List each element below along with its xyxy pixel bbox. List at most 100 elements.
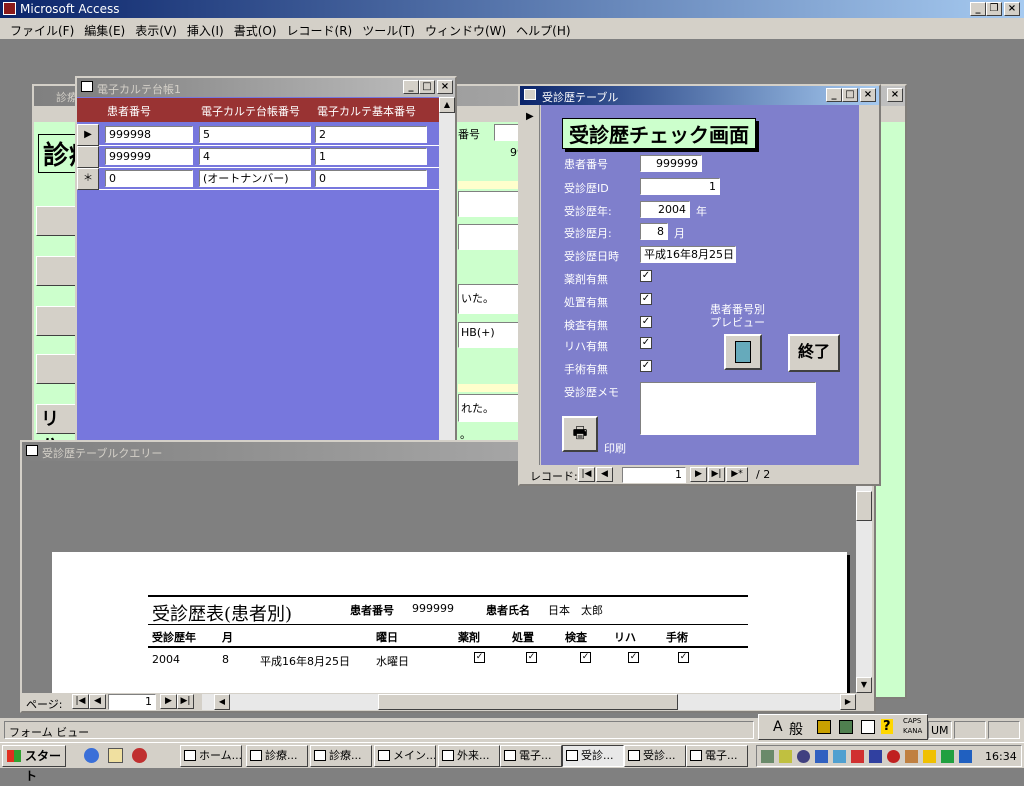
visit-month-field[interactable]: 8 xyxy=(640,223,668,240)
ime-help-icon[interactable]: ? xyxy=(881,719,893,734)
memo-field[interactable] xyxy=(640,382,816,435)
first-record-button[interactable]: |◀ xyxy=(578,467,595,482)
minimize-button[interactable]: _ xyxy=(970,2,986,16)
record-number-input[interactable]: 1 xyxy=(622,467,686,483)
report-hscroll-thumb[interactable] xyxy=(378,694,678,710)
taskbar-window-button[interactable]: 診療... xyxy=(246,745,308,767)
visit-id-field[interactable]: 1 xyxy=(640,178,720,195)
table-cell[interactable]: 999999 xyxy=(105,148,193,165)
tray-icon-2[interactable] xyxy=(779,750,792,763)
table-cell[interactable]: 2 xyxy=(315,126,427,143)
rehab-checkbox[interactable]: ✓ xyxy=(640,337,652,349)
report-prev-page-button[interactable]: ◀ xyxy=(89,694,106,709)
menu-item-5[interactable]: レコード(R) xyxy=(287,22,353,39)
report-scroll-thumb[interactable] xyxy=(856,491,872,521)
visit-datetime-field[interactable]: 平成16年8月25日 xyxy=(640,246,736,263)
bg-button-rehab[interactable]: リハ xyxy=(36,404,76,456)
patient-no-field[interactable]: 999999 xyxy=(640,155,702,172)
report-scroll-down[interactable]: ▼ xyxy=(856,677,872,693)
table-row[interactable]: 999999 4 1 xyxy=(77,146,439,168)
ime-dict-icon[interactable] xyxy=(861,720,875,734)
report-hscroll-left[interactable]: ◀ xyxy=(214,694,230,710)
table-row[interactable]: ▶ 999998 5 2 xyxy=(77,124,439,146)
bg-close-button[interactable]: × xyxy=(887,88,903,102)
menu-item-1[interactable]: 編集(E) xyxy=(84,22,125,39)
bg-button-2[interactable] xyxy=(36,256,76,286)
report-vertical-scrollbar[interactable]: ▼ xyxy=(856,461,872,693)
taskbar-window-button[interactable]: 受診... xyxy=(562,745,624,767)
form-close-button[interactable]: × xyxy=(860,88,876,102)
next-record-button[interactable]: ▶ xyxy=(690,467,707,482)
visit-year-field[interactable]: 2004 xyxy=(640,201,690,218)
menu-item-0[interactable]: ファイル(F) xyxy=(10,22,74,39)
tray-icon-12[interactable] xyxy=(959,750,972,763)
table-cell[interactable]: 5 xyxy=(199,126,311,143)
preview-button[interactable] xyxy=(724,334,762,370)
menu-item-6[interactable]: ツール(T) xyxy=(362,22,415,39)
restore-button[interactable]: ❐ xyxy=(986,2,1002,16)
menu-item-7[interactable]: ウィンドウ(W) xyxy=(425,22,506,39)
quick-launch-outlook-icon[interactable] xyxy=(108,748,123,763)
quick-launch-ie-icon[interactable] xyxy=(84,748,99,763)
tray-icon-7[interactable] xyxy=(869,750,882,763)
drug-checkbox[interactable]: ✓ xyxy=(640,270,652,282)
report-page-input[interactable]: 1 xyxy=(108,694,156,710)
last-record-button[interactable]: ▶| xyxy=(708,467,725,482)
tray-icon-10[interactable] xyxy=(923,750,936,763)
tray-icon-11[interactable] xyxy=(941,750,954,763)
treatment-checkbox[interactable]: ✓ xyxy=(640,293,652,305)
table-scroll-up[interactable]: ▲ xyxy=(439,97,455,113)
table-cell[interactable]: 1 xyxy=(315,148,427,165)
ime-tool-icon[interactable] xyxy=(817,720,831,734)
tray-icon-5[interactable] xyxy=(833,750,846,763)
menu-item-2[interactable]: 表示(V) xyxy=(135,22,177,39)
table-cell[interactable]: (オートナンバー) xyxy=(199,170,311,187)
bg-button-3[interactable] xyxy=(36,306,76,336)
table-minimize-button[interactable]: _ xyxy=(403,80,419,94)
quick-launch-media-icon[interactable] xyxy=(132,748,147,763)
form-window[interactable]: 受診歴テーブル _ □ × ▶ 受診歴チェック画面 患者番号 999999 受診… xyxy=(518,84,881,486)
table-row[interactable]: ＊ 0 (オートナンバー) 0 xyxy=(77,168,439,190)
report-horizontal-scrollbar[interactable]: ◀ ▶ xyxy=(202,694,856,710)
tray-icon-4[interactable] xyxy=(815,750,828,763)
bg-button-1[interactable] xyxy=(36,206,76,236)
bg-partial-box-1[interactable] xyxy=(458,191,522,217)
surgery-checkbox[interactable]: ✓ xyxy=(640,360,652,372)
close-button[interactable]: × xyxy=(1004,2,1020,16)
bg-partial-box-2[interactable] xyxy=(458,224,522,250)
report-hscroll-right[interactable]: ▶ xyxy=(840,694,856,710)
table-vertical-scrollbar[interactable]: ▲ xyxy=(439,97,455,440)
row-selector[interactable] xyxy=(77,146,99,168)
row-selector[interactable]: ＊ xyxy=(77,168,99,190)
table-cell[interactable]: 999998 xyxy=(105,126,193,143)
tray-icon-8[interactable] xyxy=(887,750,900,763)
table-cell[interactable]: 4 xyxy=(199,148,311,165)
taskbar-window-button[interactable]: ホーム... xyxy=(180,745,242,767)
prev-record-button[interactable]: ◀ xyxy=(596,467,613,482)
table-close-button[interactable]: × xyxy=(437,80,453,94)
taskbar-window-button[interactable]: 診療... xyxy=(310,745,372,767)
row-selector[interactable]: ▶ xyxy=(77,124,99,146)
taskbar-window-button[interactable]: 電子... xyxy=(686,745,748,767)
new-record-button[interactable]: ▶* xyxy=(726,467,748,482)
bg-partial-box-5[interactable]: れた。 xyxy=(458,394,522,422)
table-cell[interactable]: 0 xyxy=(315,170,427,187)
bg-partial-box-4[interactable]: HB(+) xyxy=(458,322,522,348)
print-button[interactable]: 🖶 xyxy=(562,416,598,452)
ime-toolbar[interactable]: A 般 ? CAPS KANA xyxy=(758,714,928,740)
end-button[interactable]: 終了 xyxy=(788,334,840,372)
tray-icon-6[interactable] xyxy=(851,750,864,763)
table-window[interactable]: 電子カルテ台帳1 _ □ × 患者番号 電子カルテ台帳番号 電子カルテ基本番号 … xyxy=(75,76,457,442)
taskbar-window-button[interactable]: 電子... xyxy=(500,745,562,767)
ime-mode-b[interactable]: 般 xyxy=(789,719,803,739)
form-record-selector[interactable]: ▶ xyxy=(520,105,540,465)
report-last-page-button[interactable]: ▶| xyxy=(177,694,194,709)
ime-pad-icon[interactable] xyxy=(839,720,853,734)
menu-item-4[interactable]: 書式(O) xyxy=(234,22,277,39)
tray-icon-1[interactable] xyxy=(761,750,774,763)
bg-button-4[interactable] xyxy=(36,354,76,384)
menu-item-8[interactable]: ヘルプ(H) xyxy=(516,22,570,39)
tray-icon-3[interactable] xyxy=(797,750,810,763)
report-first-page-button[interactable]: |◀ xyxy=(72,694,89,709)
form-maximize-button[interactable]: □ xyxy=(842,88,858,102)
